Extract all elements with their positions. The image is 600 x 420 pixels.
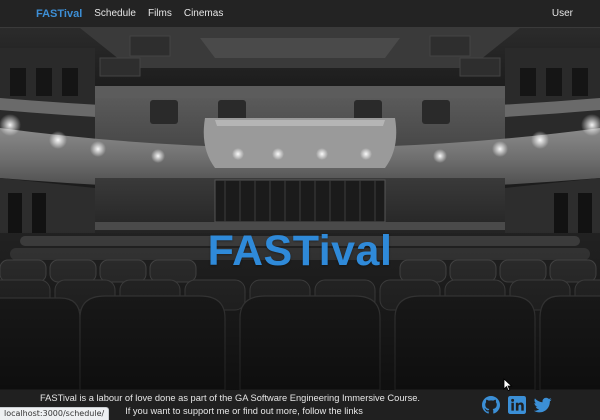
twitter-link[interactable] bbox=[534, 396, 552, 414]
twitter-icon bbox=[534, 397, 552, 413]
brand-link[interactable]: FASTival bbox=[36, 8, 82, 20]
status-bar-url: localhost:3000/schedule/ bbox=[0, 407, 110, 420]
linkedin-icon bbox=[508, 396, 526, 414]
hero-title: FASTival bbox=[207, 227, 393, 275]
github-link[interactable] bbox=[482, 396, 500, 414]
footer-about-text: FASTival is a labour of love done as par… bbox=[40, 393, 420, 403]
nav-link-cinemas[interactable]: Cinemas bbox=[184, 8, 223, 19]
nav-link-schedule[interactable]: Schedule bbox=[94, 8, 136, 19]
top-navbar: FASTival Schedule Films Cinemas User bbox=[0, 0, 600, 28]
hero-section: FASTival bbox=[0, 28, 600, 390]
github-icon bbox=[482, 396, 500, 414]
social-links bbox=[482, 396, 552, 414]
mouse-cursor-icon bbox=[503, 378, 513, 392]
user-menu-link[interactable]: User bbox=[552, 8, 573, 19]
linkedin-link[interactable] bbox=[508, 396, 526, 414]
nav-link-films[interactable]: Films bbox=[148, 8, 172, 19]
theatre-background-image bbox=[0, 28, 600, 390]
